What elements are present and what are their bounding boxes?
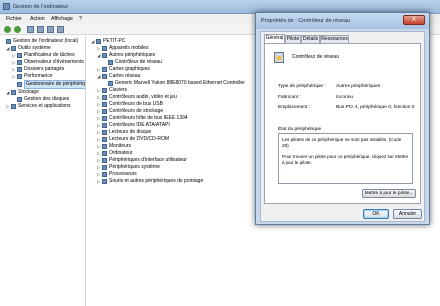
ide-controller-icon	[102, 123, 107, 128]
expand-icon[interactable]: ▷	[97, 171, 101, 178]
expand-icon[interactable]: ▷	[12, 66, 16, 73]
computer-management-icon	[3, 3, 10, 10]
manufacturer-label: Fabricant :	[278, 95, 301, 100]
help-icon[interactable]	[47, 26, 54, 33]
device-manager-icon	[17, 82, 22, 87]
collapse-icon[interactable]: ◢	[6, 45, 10, 52]
dialog-body: Général Pilote Détails Ressources Contrô…	[260, 31, 425, 222]
expand-icon[interactable]: ▷	[97, 136, 101, 143]
computer-icon	[6, 39, 11, 44]
tab-details[interactable]: Détails	[301, 35, 320, 43]
display-adapter-icon	[102, 67, 107, 72]
properties-dialog: Propriétés de : Contrôleur de réseau X G…	[255, 12, 430, 225]
dialog-title-bar[interactable]: Propriétés de : Contrôleur de réseau X	[256, 13, 429, 29]
tools-icon	[11, 46, 16, 51]
storage-icon	[11, 90, 16, 95]
mobile-device-icon	[102, 46, 107, 51]
back-arrow-icon[interactable]	[4, 26, 11, 33]
expand-icon[interactable]: ▷	[97, 129, 101, 136]
collapse-icon[interactable]: ◢	[97, 73, 101, 80]
usb-icon	[102, 102, 107, 107]
computer-icon	[102, 151, 107, 156]
performance-icon	[17, 74, 22, 79]
device-name: Contrôleur de réseau	[292, 54, 339, 60]
event-viewer-icon	[17, 60, 22, 65]
expand-icon[interactable]: ▷	[12, 73, 16, 80]
keyboard-icon	[102, 88, 107, 93]
collapse-icon[interactable]: ◢	[6, 89, 10, 96]
status-line: Les pilotes de ce périphérique ne sont p…	[282, 137, 402, 148]
menu-fichier[interactable]: Fichier	[6, 16, 22, 22]
expand-icon[interactable]: ▷	[97, 45, 101, 52]
storage-controller-icon	[102, 109, 107, 114]
monitor-icon	[102, 144, 107, 149]
disk-management-icon	[17, 97, 22, 102]
scan-hardware-icon[interactable]	[57, 26, 64, 33]
update-driver-button[interactable]: Mettre à jour le pilote...	[362, 189, 416, 198]
expand-icon[interactable]: ▷	[97, 143, 101, 150]
forward-arrow-icon[interactable]	[14, 26, 21, 33]
expand-icon[interactable]: ▷	[97, 157, 101, 164]
network-adapter-icon	[108, 81, 113, 86]
unknown-device-icon	[102, 53, 107, 58]
warning-device-icon	[108, 60, 113, 65]
device-status-box[interactable]: Les pilotes de ce périphérique ne sont p…	[278, 133, 413, 184]
device-status-label: État du périphérique	[278, 127, 322, 132]
general-tab-page: Contrôleur de réseau Type de périphériqu…	[264, 43, 421, 204]
computer-icon	[96, 39, 101, 44]
collapse-icon[interactable]: ◢	[91, 38, 95, 45]
console-tree: Gestion de l'ordinateur (local) ◢ Outils…	[0, 35, 86, 306]
manufacturer-value: Inconnu	[336, 95, 354, 100]
menu-action[interactable]: Action	[30, 16, 45, 22]
menu-help[interactable]: ?	[79, 16, 82, 22]
dvd-drive-icon	[102, 137, 107, 142]
collapse-icon[interactable]: ◢	[97, 52, 101, 59]
expand-icon[interactable]: ▷	[97, 101, 101, 108]
location-label: Emplacement :	[278, 105, 310, 110]
expand-icon[interactable]: ▷	[97, 108, 101, 115]
properties-icon[interactable]	[37, 26, 44, 33]
shared-folder-icon	[17, 67, 22, 72]
tab-resources[interactable]: Ressources	[320, 35, 349, 43]
expand-icon[interactable]: ▷	[97, 150, 101, 157]
expand-icon[interactable]: ▷	[97, 178, 101, 185]
dialog-title: Propriétés de : Contrôleur de réseau	[261, 18, 350, 24]
audio-icon	[102, 95, 107, 100]
disk-drive-icon	[102, 130, 107, 135]
expand-icon[interactable]: ▷	[97, 164, 101, 171]
services-icon	[11, 104, 16, 109]
mouse-icon	[102, 179, 107, 184]
ok-button[interactable]: OK	[363, 209, 389, 219]
close-button[interactable]: X	[403, 15, 425, 25]
expand-icon[interactable]: ▷	[12, 52, 16, 59]
ieee1394-icon	[102, 116, 107, 121]
unknown-device-icon	[274, 52, 284, 63]
task-scheduler-icon	[17, 53, 22, 58]
expand-icon[interactable]: ▷	[97, 94, 101, 101]
tab-general[interactable]: Général	[264, 34, 285, 43]
status-line: Pour trouver un pilote pour ce périphéri…	[282, 154, 409, 165]
window-title: Gestion de l'ordinateur	[13, 4, 69, 10]
device-type-label: Type de périphérique :	[278, 84, 326, 89]
hid-icon	[102, 158, 107, 163]
expand-icon[interactable]: ▷	[97, 115, 101, 122]
expand-icon[interactable]: ▷	[97, 122, 101, 129]
system-device-icon	[102, 165, 107, 170]
console-tree-icon[interactable]	[27, 26, 34, 33]
expand-icon[interactable]: ▷	[12, 59, 16, 66]
menu-affichage[interactable]: Affichage	[51, 16, 73, 22]
expand-icon[interactable]: ▷	[6, 103, 10, 110]
expand-icon[interactable]: ▷	[97, 87, 101, 94]
processor-icon	[102, 172, 107, 177]
expand-icon[interactable]: ▷	[97, 66, 101, 73]
tab-driver[interactable]: Pilote	[285, 35, 301, 43]
device-type-value: Autres périphériques	[336, 84, 381, 89]
network-adapter-icon	[102, 74, 107, 79]
cancel-button[interactable]: Annuler	[393, 209, 422, 219]
location-value: Bus PCI 4, périphérique 0, fonction 0	[336, 105, 415, 110]
